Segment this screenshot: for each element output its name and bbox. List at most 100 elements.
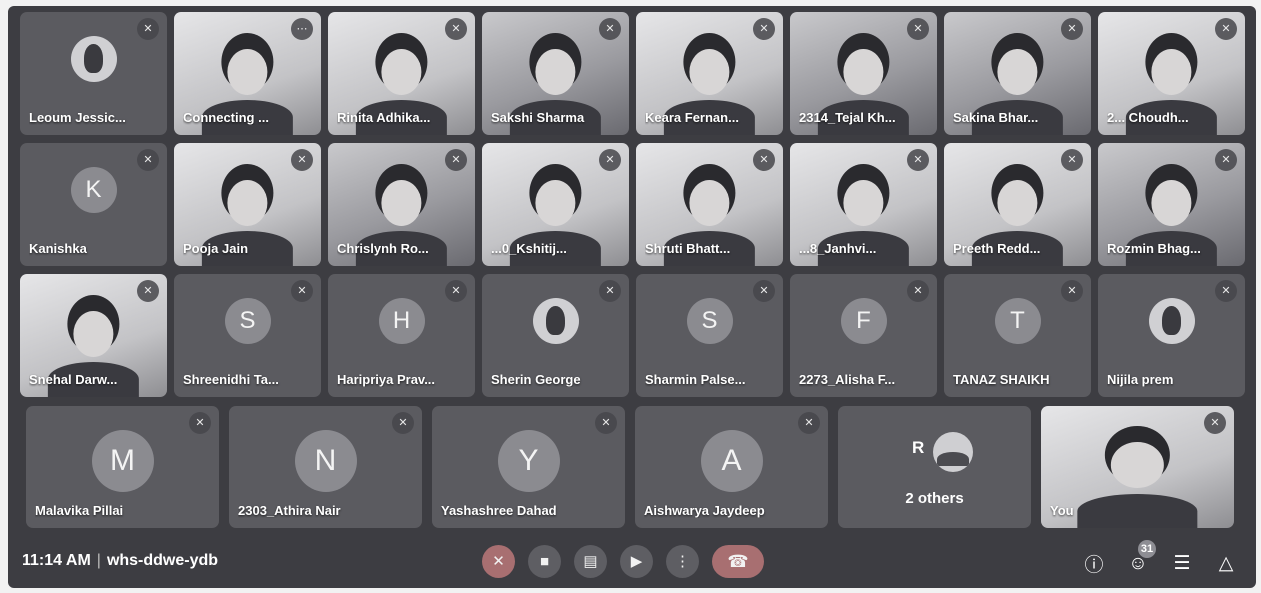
mic-off-icon: ✕ [189,412,211,434]
participant-name: Malavika Pillai [35,503,124,518]
mic-off-icon: ✕ [392,412,414,434]
participant-tile[interactable]: K ✕ Kanishka [20,143,167,266]
participant-row-4: M ✕ Malavika Pillai N ✕ 2303_Athira Nair… [26,406,1234,528]
participant-name: Rozmin Bhag... [1107,241,1201,256]
mic-off-icon: ✕ [798,412,820,434]
mic-off-icon: ✕ [753,18,775,40]
participant-tile[interactable]: ✕ Rinita Adhika... [328,12,475,135]
participant-name: Sakina Bhar... [953,110,1039,125]
meeting-info: 11:14 AM | whs-ddwe-ydb [22,552,218,570]
participant-name: Leoum Jessic... [29,110,126,125]
participant-tile[interactable]: ✕ 2... Choudh... [1098,12,1245,135]
participant-name: 2... Choudh... [1107,110,1189,125]
participant-name: Connecting ... [183,110,269,125]
participant-name: Sharmin Palse... [645,372,746,387]
participant-avatar: H [378,297,425,344]
participant-tile[interactable]: ✕ Sakshi Sharma [482,12,629,135]
activities-icon[interactable]: △ [1214,552,1238,575]
participant-tile[interactable]: N ✕ 2303_Athira Nair [229,406,422,528]
participant-tile[interactable]: S ✕ Sharmin Palse... [636,274,783,397]
participant-tile[interactable]: S ✕ Shreenidhi Ta... [174,274,321,397]
participant-row-2: K ✕ Kanishka ✕ Pooja Jain ✕ Chrislynh Ro… [20,143,1245,266]
participant-row-3: ✕ Snehal Darw... S ✕ Shreenidhi Ta... H … [20,274,1245,397]
mic-off-icon[interactable]: ✕ [482,545,515,578]
meeting-window: ✕ Leoum Jessic... ⋯ Connecting ... ✕ Rin… [8,6,1256,588]
participant-avatar: M [91,429,154,492]
present-icon[interactable]: ▶ [620,545,653,578]
participant-name: Nijila prem [1107,372,1174,387]
participant-name: 2303_Athira Nair [238,503,341,518]
participant-tile[interactable]: ✕ 2314_Tejal Kh... [790,12,937,135]
participant-avatar: N [294,429,357,492]
mic-off-icon: ✕ [1204,412,1226,434]
right-toolbar: ⓘ ☺ 31 ☰ △ [1082,539,1238,577]
participant-avatar: S [686,297,733,344]
camera-icon[interactable]: ■ [528,545,561,578]
end-call-icon[interactable]: ☎ [712,545,764,578]
others-tile[interactable]: R 2 others [838,406,1031,528]
meeting-time: 11:14 AM [22,552,91,569]
participant-name: Sherin George [491,372,581,387]
participant-avatar: S [224,297,271,344]
mic-off-icon: ✕ [291,149,313,171]
participant-tile[interactable]: ✕ Leoum Jessic... [20,12,167,135]
participant-tile[interactable]: F ✕ 2273_Alisha F... [790,274,937,397]
participant-tile[interactable]: ✕ Sakina Bhar... [944,12,1091,135]
chat-icon[interactable]: ☰ [1170,552,1194,575]
participant-row-1: ✕ Leoum Jessic... ⋯ Connecting ... ✕ Rin… [20,12,1245,135]
participant-tile[interactable]: Y ✕ Yashashree Dahad [432,406,625,528]
participant-tile[interactable]: ✕ Pooja Jain [174,143,321,266]
captions-icon[interactable]: ▤ [574,545,607,578]
participant-name: Haripriya Prav... [337,372,436,387]
participant-tile[interactable]: ✕ ...0_Kshitij... [482,143,629,266]
participant-name: Chrislynh Ro... [337,241,429,256]
mic-off-icon: ✕ [445,149,467,171]
participant-name: Preeth Redd... [953,241,1041,256]
participant-name: 2273_Alisha F... [799,372,896,387]
participant-tile[interactable]: ✕ Nijila prem [1098,274,1245,397]
participant-tile[interactable]: T ✕ TANAZ SHAIKH [944,274,1091,397]
participant-avatar: K [70,166,117,213]
participant-tile[interactable]: ✕ Preeth Redd... [944,143,1091,266]
participant-avatar: A [700,429,763,492]
mic-off-icon: ✕ [1061,149,1083,171]
participant-name: Shreenidhi Ta... [183,372,279,387]
mic-off-icon: ✕ [595,412,617,434]
participant-tile[interactable]: ✕ Snehal Darw... [20,274,167,397]
more-options-icon[interactable]: ⋮ [666,545,699,578]
others-label: 2 others [905,490,964,507]
participant-tile[interactable]: ✕ Shruti Bhatt... [636,143,783,266]
participant-tile[interactable]: M ✕ Malavika Pillai [26,406,219,528]
participant-tile[interactable]: A ✕ Aishwarya Jaydeep [635,406,828,528]
participant-tile[interactable]: ✕ Rozmin Bhag... [1098,143,1245,266]
self-name: You [1050,503,1074,518]
call-controls: ✕ ■ ▤ ▶ ⋮ ☎ [482,545,764,578]
participant-name: Snehal Darw... [29,372,118,387]
info-icon[interactable]: ⓘ [1082,550,1106,577]
mic-off-icon: ✕ [753,149,775,171]
participant-name: Pooja Jain [183,241,249,256]
self-tile[interactable]: ✕ You [1041,406,1234,528]
participant-avatar: T [994,297,1041,344]
participant-tile[interactable]: ✕ Keara Fernan... [636,12,783,135]
mic-off-icon: ✕ [907,149,929,171]
participant-tile[interactable]: H ✕ Haripriya Prav... [328,274,475,397]
people-icon[interactable]: ☺ 31 [1126,539,1156,575]
participant-name: Aishwarya Jaydeep [644,503,765,518]
participant-avatar [70,35,117,82]
mic-off-icon: ✕ [907,18,929,40]
mic-off-icon: ✕ [1215,280,1237,302]
mic-off-icon: ✕ [599,149,621,171]
participant-tile[interactable]: ✕ Sherin George [482,274,629,397]
mic-off-icon: ✕ [907,280,929,302]
mic-off-icon: ✕ [1215,18,1237,40]
participant-tile[interactable]: ⋯ Connecting ... [174,12,321,135]
bottom-bar: 11:14 AM | whs-ddwe-ydb ✕ ■ ▤ ▶ ⋮ ☎ ⓘ ☺ 31… [8,536,1256,588]
mic-off-icon: ✕ [753,280,775,302]
more-options-icon[interactable]: ⋯ [291,18,313,40]
participant-tile[interactable]: ✕ Chrislynh Ro... [328,143,475,266]
people-count-badge: 31 [1138,539,1156,558]
participant-tile[interactable]: ✕ ...8_Janhvi... [790,143,937,266]
participant-avatar: F [840,297,887,344]
participant-avatar [532,297,579,344]
